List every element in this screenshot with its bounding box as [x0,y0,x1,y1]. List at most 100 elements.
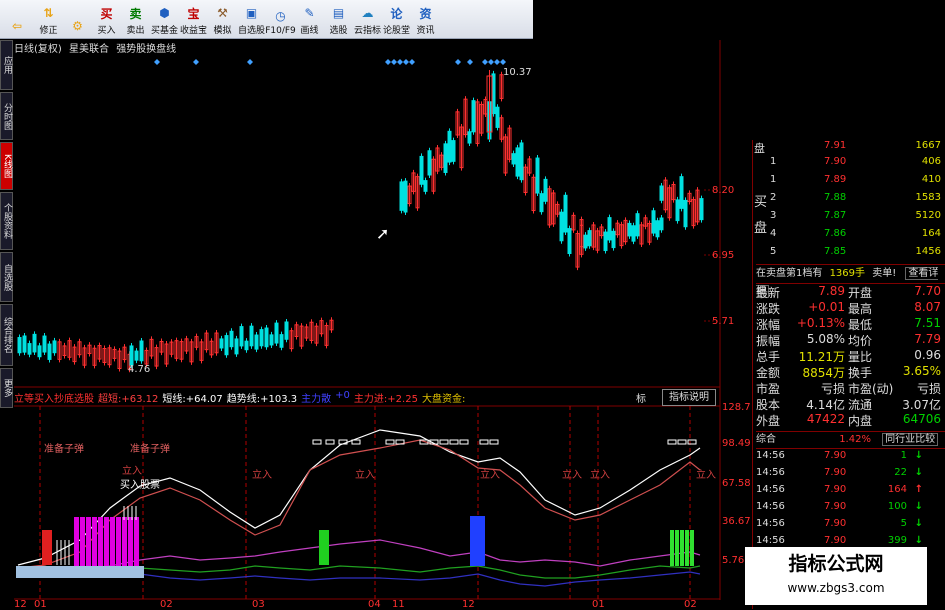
indicator-name[interactable]: 强势股换盘线 [116,44,176,55]
toolbar-button-13[interactable]: 论论股堂 [382,0,411,38]
indicator-item: 短线:+64.07 [162,390,222,405]
quote-row: 总手 11.21万 量比 0.96 [752,348,945,365]
clock-icon: ◷ [275,9,286,23]
signal-diamond [403,59,409,65]
magenta-bar [128,517,133,567]
indicator-item-label: 主力散 [301,393,332,405]
toolbar-button-8[interactable]: ▣ 自选股 [237,0,266,38]
cloud-indicator-icon: ☁ [361,6,374,20]
pencil-icon: ✎ [304,6,315,20]
magenta-bar [74,517,79,567]
candle-body [289,330,294,350]
toolbar-button-9[interactable]: ◷ F10/F9 [265,0,296,38]
indicator-item: 主力进:+2.25 [354,390,418,405]
candle-body [555,203,560,215]
candle-body [174,340,179,359]
magenta-bar [80,517,85,567]
main-force-line [18,539,701,571]
toolbar-button-3[interactable]: 买买入 [92,0,121,38]
candle-body [47,343,52,360]
treasure-icon: 宝 [187,6,200,21]
toolbar-button-1[interactable]: ⇅ 修正 [34,0,63,38]
period-label[interactable]: 日线(复权) [14,44,62,55]
side-tab-2[interactable]: K线图 [0,142,13,190]
candle-body [579,224,584,248]
magenta-bar [122,517,127,567]
order-level: 5 [770,246,777,257]
toolbar-button-7[interactable]: ⚒ 模拟 [208,0,237,38]
order-price: 7.90 [824,156,847,167]
toolbar-button-14[interactable]: 资资讯 [411,0,440,38]
signal-diamond [500,59,506,65]
indicator-title[interactable]: 立等买入抄底选股 [14,390,94,405]
buy-signal-label: 立入 [252,470,272,481]
arrow-down-icon: ↓ [914,518,923,529]
candle-body [447,130,452,163]
toolbar-button-6[interactable]: 宝收益宝 [179,0,208,38]
candle-body [204,332,209,351]
candle-body [214,332,219,354]
candle-body [491,73,496,115]
candle-body [487,101,492,140]
toolbar-button-12[interactable]: ☁ 云指标 [353,0,382,38]
indicator-level-label: 128.7 [722,402,751,413]
candle-body [651,210,656,234]
candle-body [659,185,664,201]
candle-body [659,217,664,231]
candle-body [87,344,92,355]
side-tab-4[interactable]: 自选股 [0,252,13,302]
candle-body [579,219,584,255]
candle-body [184,338,189,352]
candle-body [32,333,37,353]
green-bar [680,530,684,566]
candle-body [551,192,556,225]
red-bar [42,530,52,565]
main-toolbar: ⇦ ⇅ 修正 ⚙ 买买入卖卖出 ⬢ 买基金宝收益宝 ⚒ 模拟 ▣ 自选股 ◷ F10/F9 ✎ 画线 ▤ 选股 ☁… [0,0,533,39]
toolbar-button-0[interactable]: ⇦ [0,0,34,38]
indicator-item-label: 超短: [98,393,122,405]
quote-key: 涨幅 [756,318,781,332]
toolbar-button-11[interactable]: ▤ 选股 [324,0,353,38]
fund-icon: ⬢ [159,6,170,20]
indicator-item: +0 [335,390,350,405]
candle-body [129,345,134,366]
arrow-up-icon: ↑ [914,484,923,495]
quote-row: 股本 4.14亿 流通 3.07亿 [752,396,945,413]
side-tab-1[interactable]: 分时图 [0,92,13,140]
toolbar-button-2[interactable]: ⚙ [63,0,92,38]
indicator-item: 大盘资金: [422,390,465,405]
toolbar-button-5[interactable]: ⬢ 买基金 [150,0,179,38]
tick-time: 14:56 [756,535,785,546]
indicator-level-label: 67.58 [722,478,751,489]
toolbar-button-4[interactable]: 卖卖出 [121,0,150,38]
industry-compare-button[interactable]: 同行业比较 [882,433,939,446]
side-tab-0[interactable]: 应用 [0,40,13,90]
side-tab-3[interactable]: 个股资料 [0,192,13,250]
watermark: 指标公式网 www.zbgs3.com [745,547,927,605]
toolbar-button-10[interactable]: ✎ 画线 [295,0,324,38]
quote-value: +0.01 [808,300,845,314]
candle-body [655,220,660,238]
quote-value: 亏损 [820,382,845,396]
candle-body [527,158,532,174]
tick-row: 14:56 7.90 5 ↓ [752,516,945,533]
side-tab-6[interactable]: 更多 [0,368,13,408]
indicator-help-button[interactable]: 指标说明 [662,389,716,406]
candle-body [294,324,299,337]
candle-body [419,155,424,185]
candle-body [67,340,72,358]
order-price: 7.87 [824,210,847,221]
side-tab-5[interactable]: 综合排名 [0,304,13,366]
candle-body [623,219,628,243]
back-arrow-icon: ⇦ [11,19,23,33]
white-box-marker [429,439,439,445]
tick-price: 7.90 [824,518,847,529]
order-book-row: 4 7.86 164 [752,226,945,243]
depth-row: 在卖盘第1档有 1369手 卖单! 查看详细 [756,264,945,298]
quote-key: 量比 [848,350,873,364]
toolbar-button-label: 卖出 [126,26,145,36]
indicator-tab[interactable]: 标 [636,390,646,405]
buy-signal-label: 立入 [480,470,500,481]
quote-row: 涨幅 +0.13% 最低 7.51 [752,316,945,333]
order-volume: 1583 [915,192,941,203]
